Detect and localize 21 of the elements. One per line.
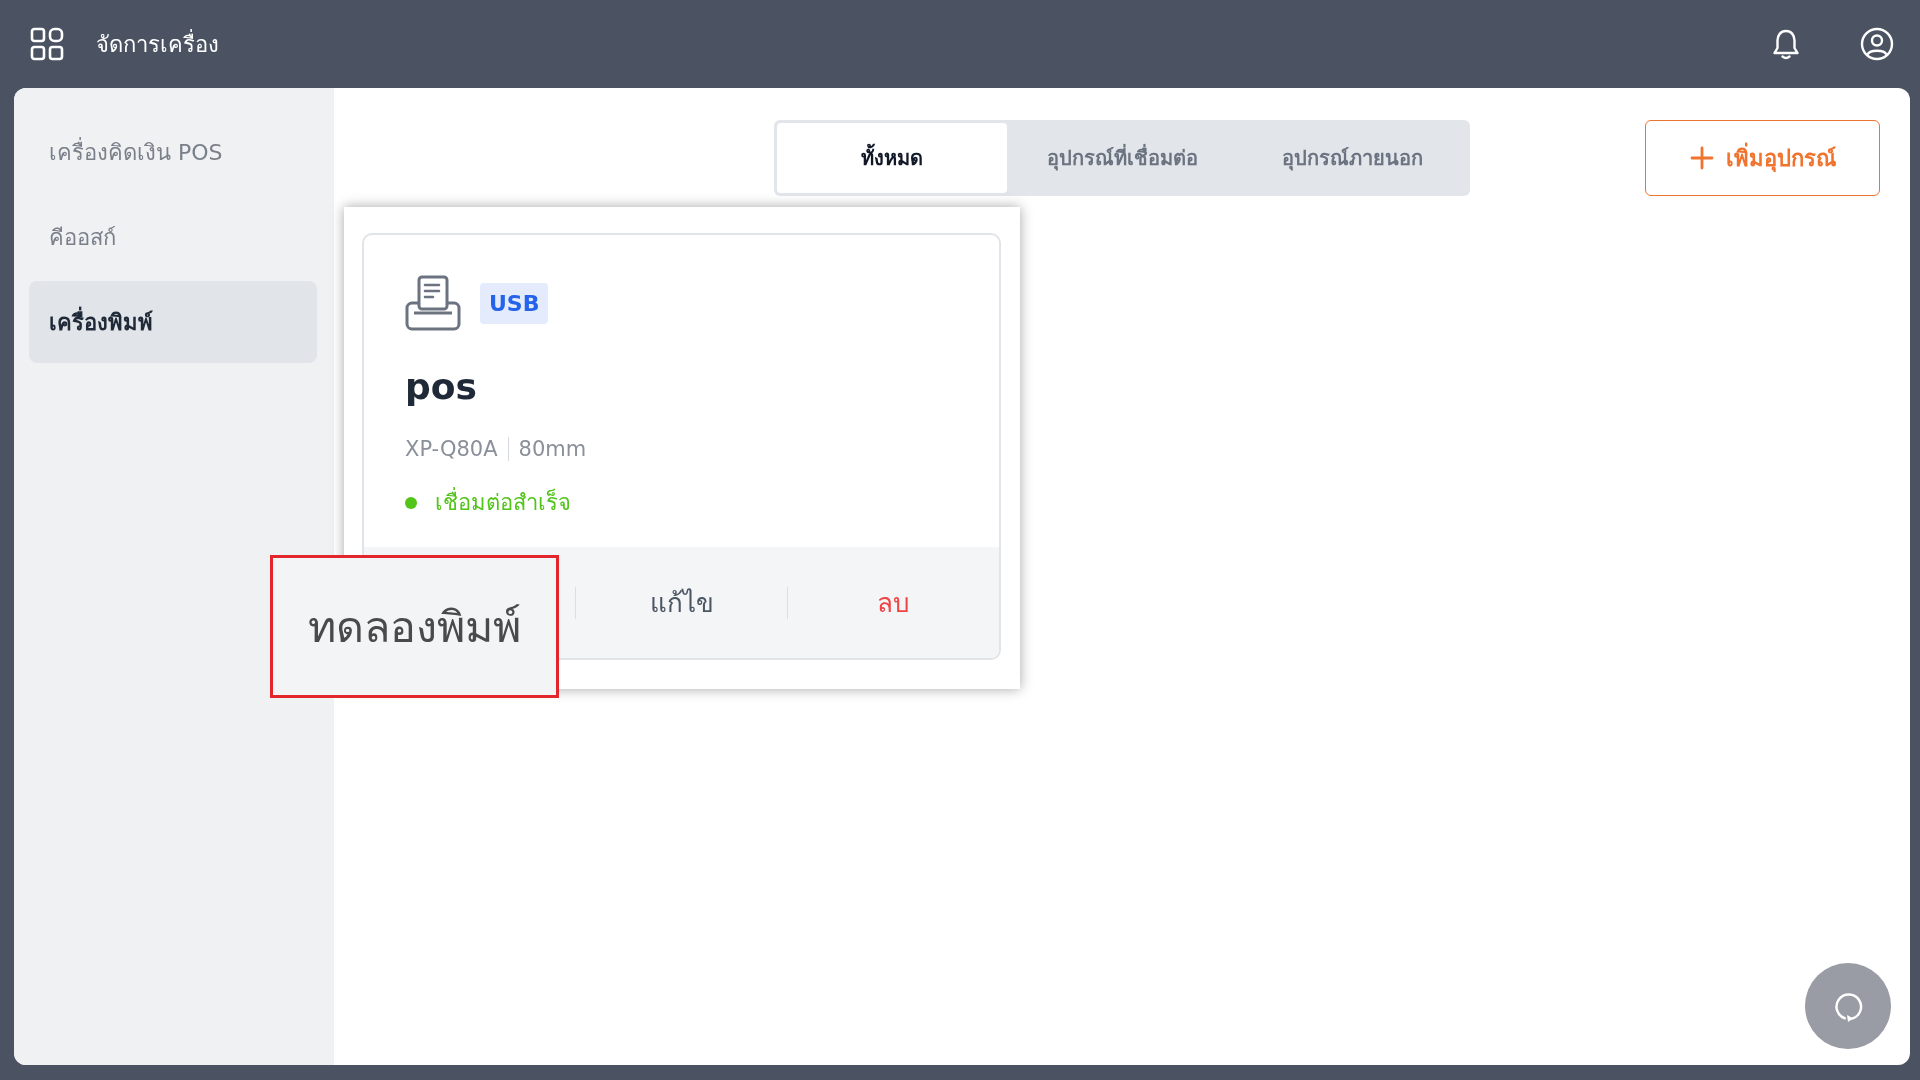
delete-button[interactable]: ลบ <box>869 578 918 627</box>
sidebar-item[interactable]: คีออสก์ <box>29 196 317 278</box>
add-device-button[interactable]: เพิ่มอุปกรณ์ <box>1645 120 1880 196</box>
notification-bell-icon[interactable] <box>1772 28 1800 60</box>
sidebar-item[interactable]: เครื่องพิมพ์ <box>29 281 317 363</box>
filter-tab[interactable]: อุปกรณ์ภายนอก <box>1237 123 1467 193</box>
zoom-callout: ทดลองพิมพ์ <box>270 555 559 698</box>
grid-icon[interactable] <box>30 27 64 61</box>
plus-icon <box>1689 146 1714 170</box>
connection-status: เชื่อมต่อสำเร็จ <box>435 489 571 517</box>
edit-button[interactable]: แก้ไข <box>641 578 722 627</box>
user-account-icon[interactable] <box>1860 27 1894 61</box>
filter-tab[interactable]: อุปกรณ์ที่เชื่อมต่อ <box>1007 123 1237 193</box>
filter-tab[interactable]: ทั้งหมด <box>777 123 1007 193</box>
paper-width: 80mm <box>518 436 587 463</box>
app-title: จัดการเครื่อง <box>96 28 219 59</box>
sidebar-item[interactable]: เครื่องคิดเงิน POS <box>29 111 317 193</box>
connection-badge: USB <box>480 282 549 324</box>
receipt-printer-icon <box>405 275 461 331</box>
device-name: pos <box>405 365 477 409</box>
device-model: XP-Q80A <box>405 436 498 463</box>
